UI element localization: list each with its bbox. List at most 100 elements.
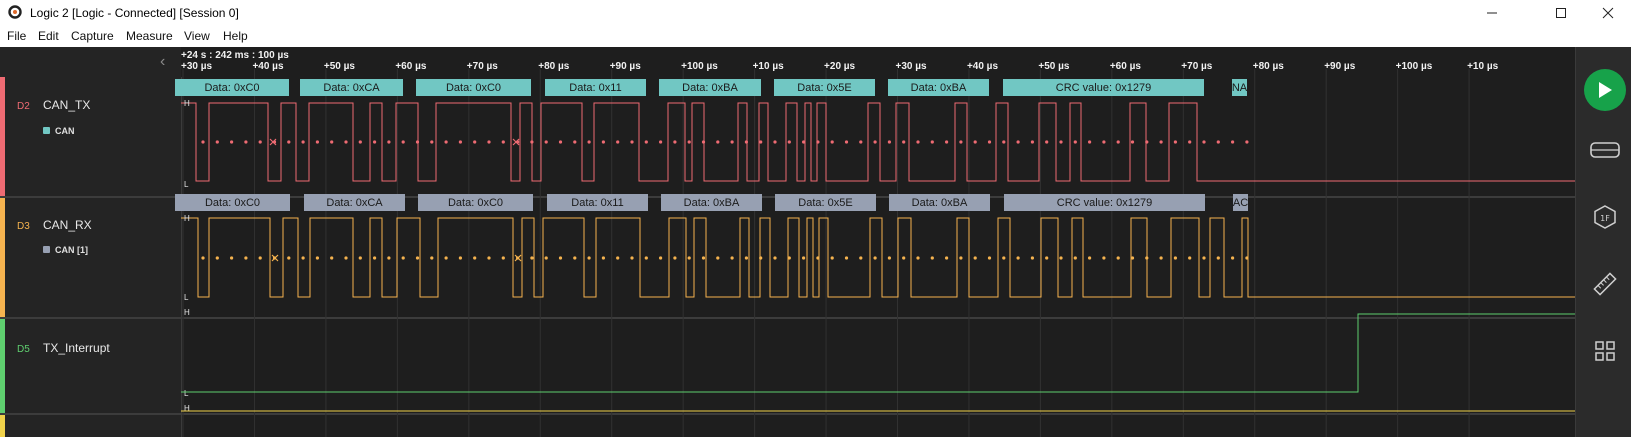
channel-name[interactable]: CAN_TX <box>43 98 90 112</box>
sample-dot <box>587 140 591 144</box>
sample-dot <box>1030 140 1034 144</box>
sample-dot <box>830 140 834 144</box>
annotation-rx[interactable]: Data: 0xC0 <box>418 194 533 211</box>
sample-dot <box>1102 256 1106 260</box>
channel-color-bar <box>0 77 5 196</box>
annotation-tx[interactable]: CRC value: 0x1279 <box>1003 79 1204 96</box>
sample-dot <box>716 140 720 144</box>
sample-dot <box>987 140 992 144</box>
sample-dot <box>544 140 548 144</box>
sample-dot <box>201 256 205 260</box>
annotation-rx[interactable]: CRC value: 0x1279 <box>1004 194 1205 211</box>
sample-dot <box>387 140 391 144</box>
level-label: H <box>184 308 190 317</box>
sample-dot <box>1116 140 1120 144</box>
annotation-tx[interactable]: Data: 0xC0 <box>416 79 531 96</box>
sample-dot <box>630 256 634 260</box>
sample-dot <box>844 140 849 144</box>
annotation-tx[interactable]: Data: 0x11 <box>545 79 646 96</box>
menu-file[interactable]: File <box>7 29 26 43</box>
sample-dot <box>358 256 362 260</box>
channel-d5[interactable]: D5 TX_Interrupt <box>0 319 181 413</box>
sample-dot <box>1188 140 1192 144</box>
analyzer-label[interactable]: CAN [1] <box>55 245 88 255</box>
channel-partial[interactable] <box>0 415 181 437</box>
annotation-rx[interactable]: Data: 0xCA <box>304 194 405 211</box>
analyzer-label[interactable]: CAN <box>55 126 75 136</box>
annotation-tx[interactable]: Data: 0xC0 <box>175 79 289 96</box>
annotation-rx[interactable]: Data: 0xC0 <box>175 194 290 211</box>
sample-dot <box>673 256 677 260</box>
sample-dot <box>1216 256 1220 260</box>
sample-dot <box>859 140 863 144</box>
app-logo-icon <box>8 5 22 19</box>
menu-capture[interactable]: Capture <box>71 29 114 43</box>
sample-dot <box>315 140 319 144</box>
waveform-area[interactable]: ‹ D2 CAN_TX CAN D3 CAN_RX CAN [1] D5 TX_… <box>0 47 1575 437</box>
sample-dot <box>230 140 234 144</box>
sample-dot <box>916 256 920 260</box>
annotation-tx[interactable]: NA <box>1232 79 1247 96</box>
layout-button[interactable] <box>1590 336 1620 366</box>
sample-dot <box>1016 140 1020 144</box>
sample-dot <box>1231 256 1235 260</box>
sample-dot <box>1245 140 1249 144</box>
sample-dot <box>444 256 448 260</box>
channel-name[interactable]: TX_Interrupt <box>43 341 110 355</box>
sample-dot <box>644 256 648 260</box>
annotation-tx[interactable]: Data: 0xCA <box>300 79 403 96</box>
sample-dot <box>401 256 405 260</box>
menu-measure[interactable]: Measure <box>126 29 173 43</box>
sample-dot <box>759 256 763 260</box>
sample-dot <box>773 140 777 144</box>
channel-name[interactable]: CAN_RX <box>43 218 92 232</box>
sample-dot <box>730 140 734 144</box>
menu-help[interactable]: Help <box>223 29 248 43</box>
annotation-rx[interactable]: AC <box>1233 194 1248 211</box>
annotation-rx[interactable]: Data: 0x5E <box>775 194 876 211</box>
sample-dot <box>616 140 620 144</box>
menu-edit[interactable]: Edit <box>38 29 59 43</box>
annotation-rx[interactable]: Data: 0x11 <box>547 194 648 211</box>
svg-text:1F: 1F <box>1600 214 1610 223</box>
sample-dot <box>530 256 534 260</box>
menu-view[interactable]: View <box>184 29 210 43</box>
sample-dot <box>373 140 377 144</box>
sample-dot <box>1231 140 1235 144</box>
sample-dot <box>802 140 806 144</box>
annotation-tx[interactable]: Data: 0xBA <box>888 79 989 96</box>
annotation-tx[interactable]: Data: 0xBA <box>659 79 761 96</box>
channel-d2[interactable]: D2 CAN_TX CAN <box>0 77 181 196</box>
sample-dot <box>616 256 620 260</box>
waveform-canvas[interactable]: HLHLHLH <box>181 47 1575 437</box>
channel-d3[interactable]: D3 CAN_RX CAN [1] <box>0 198 181 317</box>
measurements-button[interactable] <box>1590 269 1620 299</box>
sample-dot <box>1159 256 1163 260</box>
channel-list: ‹ D2 CAN_TX CAN D3 CAN_RX CAN [1] D5 TX_… <box>0 47 182 437</box>
sample-dot <box>945 140 949 144</box>
sample-dot <box>973 256 977 260</box>
close-button[interactable] <box>1585 0 1631 26</box>
sample-dot <box>1130 140 1135 144</box>
sample-dot <box>573 256 577 260</box>
analyzers-button[interactable] <box>1590 135 1620 165</box>
sample-dot <box>430 256 434 260</box>
annotation-rx[interactable]: Data: 0xBA <box>661 194 762 211</box>
sample-dot <box>1130 256 1135 260</box>
sample-dot <box>415 140 420 144</box>
start-capture-button[interactable] <box>1584 69 1626 111</box>
annotation-rx[interactable]: Data: 0xBA <box>889 194 990 211</box>
sample-dot <box>787 140 791 144</box>
ruler-icon <box>1593 272 1617 296</box>
sample-dot <box>1202 140 1206 144</box>
extensions-button[interactable]: 1F <box>1590 202 1620 232</box>
sample-dot <box>802 256 806 260</box>
maximize-button[interactable] <box>1538 0 1584 26</box>
sample-dot <box>1088 256 1092 260</box>
annotation-tx[interactable]: Data: 0x5E <box>774 79 875 96</box>
sample-dot <box>959 256 963 260</box>
minimize-button[interactable] <box>1469 0 1515 26</box>
collapse-panel-icon[interactable]: ‹ <box>160 53 165 71</box>
sample-dot <box>601 256 605 260</box>
sample-dot <box>287 140 291 144</box>
